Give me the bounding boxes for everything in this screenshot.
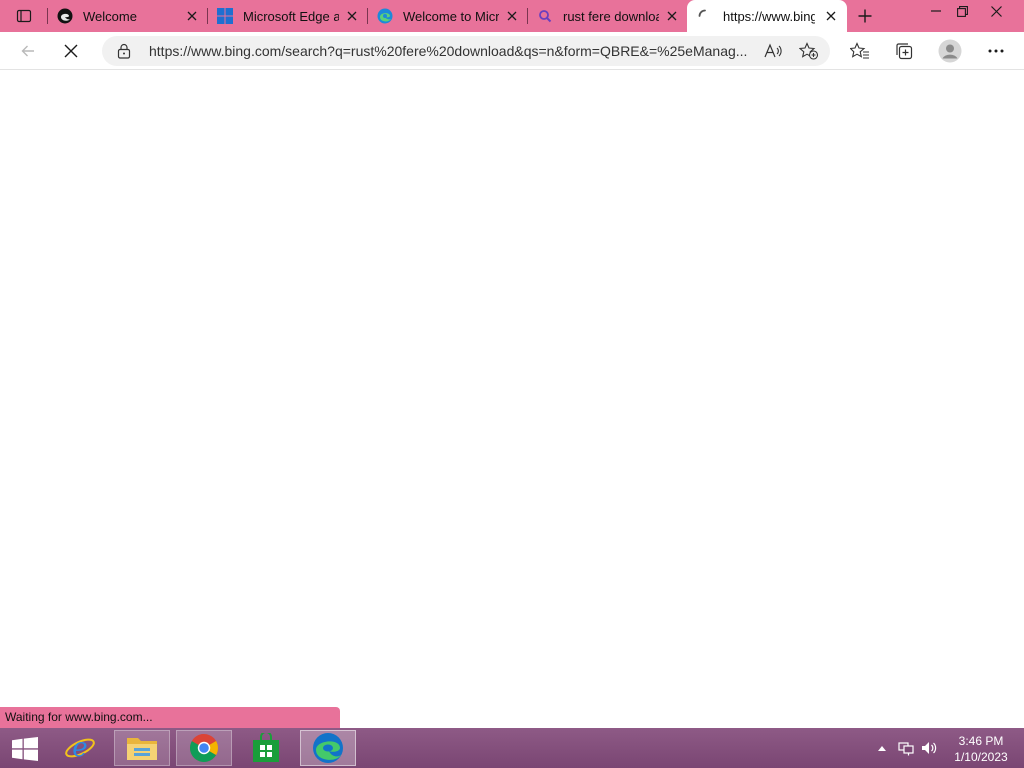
tab-title: Welcome to Micro	[403, 9, 499, 24]
stop-loading-button[interactable]	[57, 37, 85, 65]
restore-button[interactable]	[947, 0, 977, 22]
chevron-up-icon	[878, 746, 886, 751]
collections-button[interactable]	[890, 37, 918, 65]
page-content	[0, 71, 1024, 728]
tab-strip: Welcome Microsoft Edge ar Welcome to Mic…	[0, 0, 1024, 32]
tab-actions-menu-button[interactable]	[10, 6, 38, 26]
back-arrow-icon	[21, 45, 34, 57]
lock-icon[interactable]	[116, 43, 132, 59]
status-bar: Waiting for www.bing.com...	[0, 707, 340, 728]
tab-bing-active[interactable]: https://www.bing	[687, 0, 847, 32]
tab-separator	[207, 8, 208, 24]
back-button[interactable]	[14, 37, 42, 65]
close-icon[interactable]	[344, 8, 360, 24]
read-aloud-button[interactable]	[763, 41, 783, 61]
stop-icon	[64, 44, 78, 58]
tab-separator	[527, 8, 528, 24]
tab-welcome-to-microsoft[interactable]: Welcome to Micro	[367, 0, 527, 32]
close-icon[interactable]	[504, 8, 520, 24]
clock-time: 3:46 PM	[958, 734, 1004, 748]
add-to-favorites-button[interactable]	[799, 41, 819, 61]
star-add-icon	[799, 42, 819, 60]
favorites-icon	[850, 42, 869, 59]
show-hidden-icons-button[interactable]	[874, 740, 890, 756]
tab-rust-fere-download[interactable]: rust fere downloa	[527, 0, 687, 32]
store-icon	[253, 733, 279, 762]
collections-icon	[896, 43, 913, 60]
tab-welcome[interactable]: Welcome	[47, 0, 207, 32]
restore-icon	[956, 5, 968, 17]
network-button[interactable]	[898, 740, 914, 756]
taskbar-edge[interactable]	[300, 730, 356, 766]
tab-title: Microsoft Edge ar	[243, 9, 339, 24]
url-text: https://www.bing.com/search?q=rust%20fer…	[149, 43, 748, 59]
search-icon	[537, 8, 553, 24]
volume-button[interactable]	[921, 740, 937, 756]
address-bar[interactable]: https://www.bing.com/search?q=rust%20fer…	[102, 36, 830, 66]
edge-dark-icon	[57, 8, 73, 24]
close-icon[interactable]	[184, 8, 200, 24]
taskbar-clock[interactable]: 3:46 PM 1/10/2023	[946, 733, 1016, 765]
clock-date: 1/10/2023	[954, 750, 1008, 764]
taskbar-file-explorer[interactable]	[114, 730, 170, 766]
windows-start-icon	[12, 737, 38, 761]
windows-taskbar: e 3:46 PM 1/10/2023	[0, 728, 1024, 768]
taskbar-internet-explorer[interactable]: e	[52, 730, 108, 766]
edge-icon	[313, 733, 343, 763]
loading-spinner-icon	[697, 8, 713, 24]
close-icon[interactable]	[664, 8, 680, 24]
tab-microsoft-edge[interactable]: Microsoft Edge ar	[207, 0, 367, 32]
chrome-icon	[190, 734, 218, 762]
taskbar-store[interactable]	[238, 730, 294, 766]
edge-icon	[377, 8, 393, 24]
close-icon[interactable]	[823, 8, 839, 24]
tab-actions-icon	[16, 9, 32, 23]
start-button[interactable]	[8, 736, 42, 762]
read-aloud-icon	[764, 43, 782, 58]
taskbar-chrome[interactable]	[176, 730, 232, 766]
svg-text:e: e	[72, 733, 87, 763]
folder-icon	[127, 738, 157, 760]
tab-separator	[47, 8, 48, 24]
minimize-icon	[931, 10, 941, 12]
settings-more-button[interactable]	[982, 37, 1010, 65]
close-icon	[990, 5, 1002, 17]
favorites-button[interactable]	[846, 37, 874, 65]
avatar	[938, 39, 962, 63]
tab-separator	[367, 8, 368, 24]
speaker-icon	[922, 742, 937, 754]
tab-title: Welcome	[83, 9, 137, 24]
close-window-button[interactable]	[981, 0, 1011, 22]
new-tab-button[interactable]	[854, 5, 876, 27]
windows-logo-icon	[217, 8, 233, 24]
plus-icon	[858, 9, 872, 23]
browser-toolbar: https://www.bing.com/search?q=rust%20fer…	[0, 32, 1024, 70]
tab-title: https://www.bing	[723, 9, 815, 24]
tab-title: rust fere downloa	[563, 9, 659, 24]
more-dots-icon	[988, 49, 1004, 53]
network-icon	[898, 742, 914, 756]
internet-explorer-icon: e	[65, 733, 95, 763]
profile-button[interactable]	[936, 37, 964, 65]
